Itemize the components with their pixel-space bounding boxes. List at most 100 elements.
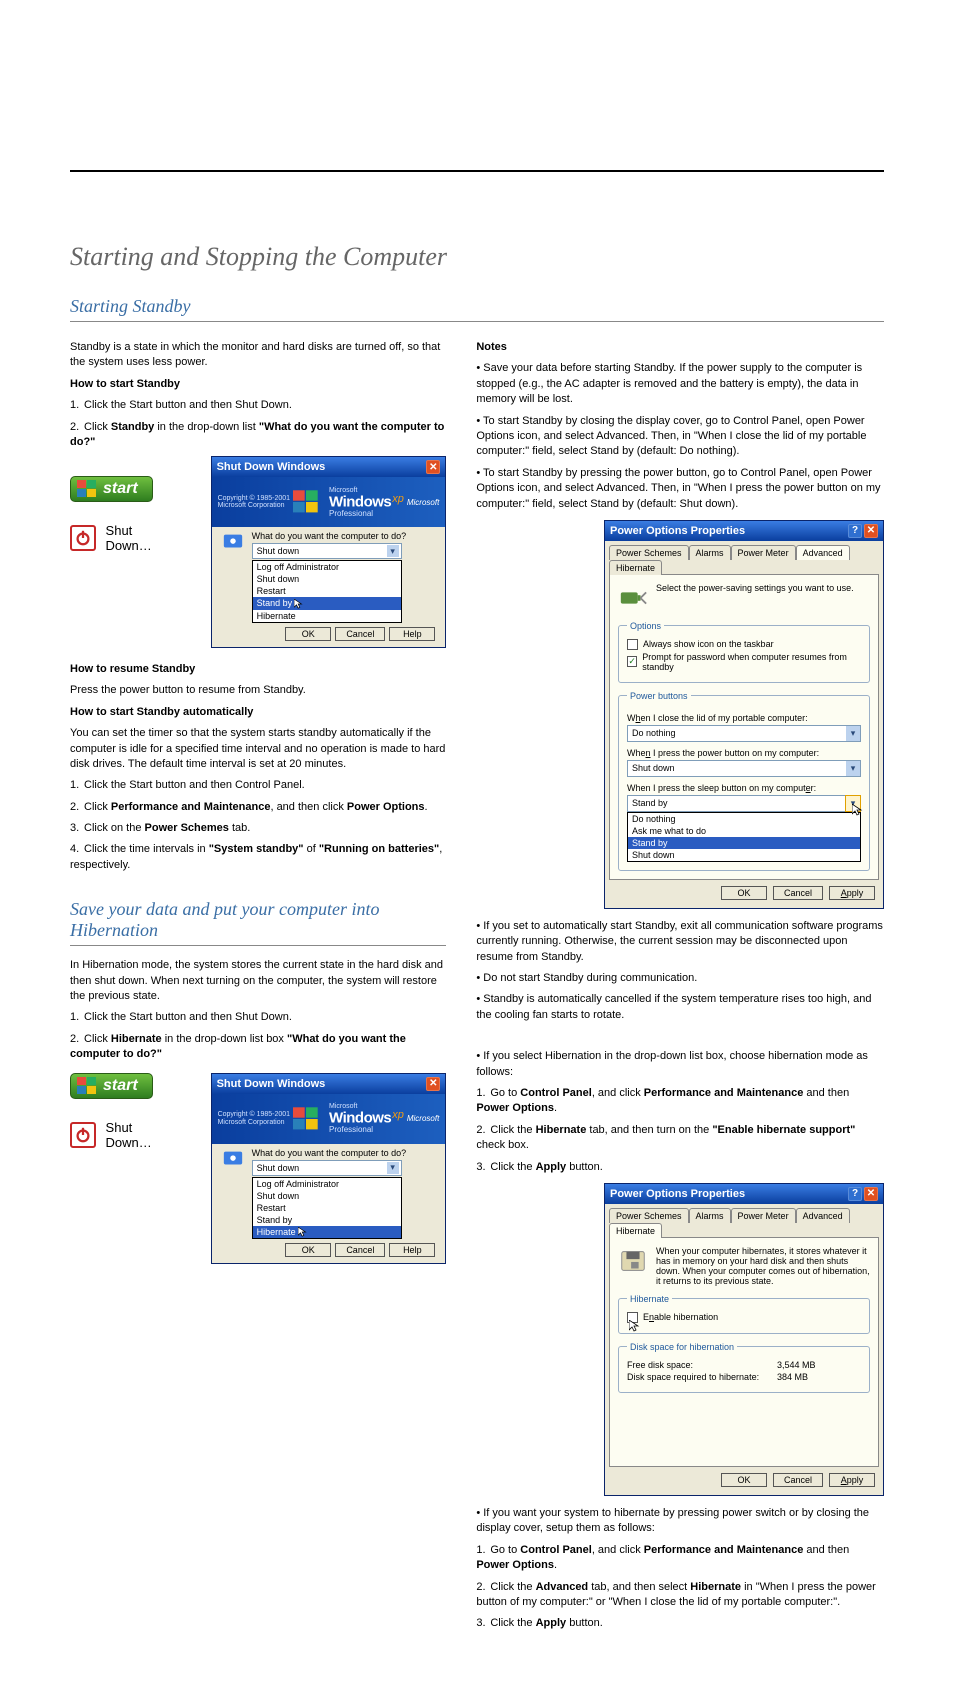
option-standby[interactable]: Stand by — [253, 597, 401, 610]
sleep-button-label: When I press the sleep button on my comp… — [627, 783, 861, 793]
shutdown-action-select[interactable]: Shut down ▾ — [252, 1160, 402, 1176]
cancel-button[interactable]: Cancel — [773, 1473, 823, 1487]
sleep-button-select[interactable]: Stand by ▾ — [627, 795, 861, 812]
cursor-icon — [294, 599, 304, 609]
power-button-select[interactable]: Shut down▾ — [627, 760, 861, 777]
legend-options: Options — [627, 621, 664, 631]
shutdown-action-select[interactable]: Shut down ▾ — [252, 543, 402, 559]
copyright-text: Copyright © 1985-2001 — [218, 1111, 290, 1118]
lid-action-select[interactable]: Do nothing▾ — [627, 725, 861, 742]
ok-button[interactable]: OK — [285, 1243, 331, 1257]
shutdown-dialog-hibernate: Shut Down Windows ✕ Copyright © 1985-200… — [211, 1073, 447, 1265]
tab-advanced[interactable]: Advanced — [796, 545, 850, 560]
shutdown-options-list[interactable]: Log off Administrator Shut down Restart … — [252, 560, 402, 623]
start-label: start — [103, 480, 138, 498]
option-standby[interactable]: Stand by — [253, 1214, 401, 1226]
option-logoff[interactable]: Log off Administrator — [253, 1178, 401, 1190]
power-icon — [70, 1122, 96, 1148]
top-rule — [70, 170, 884, 172]
standby-intro: Standby is a state in which the monitor … — [70, 340, 446, 371]
tab-hibernate[interactable]: Hibernate — [609, 560, 662, 575]
shutdown-menu-item[interactable]: Shut Down… — [106, 1120, 181, 1150]
apply-button[interactable]: Apply — [829, 886, 875, 900]
checkbox-prompt-password[interactable]: ✓ — [627, 656, 637, 667]
checkbox-taskbar-icon[interactable] — [627, 639, 638, 650]
slp-opt-donothing[interactable]: Do nothing — [628, 813, 860, 825]
copyright-text2: Microsoft Corporation — [218, 1119, 285, 1126]
lid-label: When I close the lid of my portable comp… — [627, 713, 861, 723]
windows-flag-icon — [77, 480, 97, 498]
option-shutdown[interactable]: Shut down — [253, 573, 401, 585]
chevron-down-icon[interactable]: ▾ — [387, 545, 399, 557]
tab-alarms[interactable]: Alarms — [689, 1208, 731, 1223]
sleep-options-list[interactable]: Do nothing Ask me what to do Stand by Sh… — [627, 812, 861, 862]
tab-power-meter[interactable]: Power Meter — [731, 545, 796, 560]
how-to-standby-heading: How to start Standby — [70, 378, 180, 390]
help-icon[interactable]: ? — [848, 524, 862, 538]
auto-step4: 4.Click the time intervals in "System st… — [70, 842, 446, 873]
option-restart[interactable]: Restart — [253, 1202, 401, 1214]
shutdown-selected: Shut down — [257, 1163, 300, 1173]
ok-button[interactable]: OK — [721, 886, 767, 900]
resume-heading: How to resume Standby — [70, 663, 195, 675]
notes-heading: Notes — [476, 341, 507, 353]
note2: • To start Standby by closing the displa… — [476, 414, 884, 460]
close-icon[interactable]: ✕ — [864, 524, 878, 538]
auto-step1: 1.Click the Start button and then Contro… — [70, 778, 446, 793]
cancel-button[interactable]: Cancel — [335, 627, 385, 641]
ok-button[interactable]: OK — [721, 1473, 767, 1487]
auto-step3: 3.Click on the Power Schemes tab. — [70, 821, 446, 836]
start-label: start — [103, 1077, 138, 1095]
help-icon[interactable]: ? — [848, 1187, 862, 1201]
auto-heading: How to start Standby automatically — [70, 706, 253, 718]
ok-button[interactable]: OK — [285, 627, 331, 641]
option-hibernate[interactable]: Hibernate — [253, 610, 401, 622]
option-shutdown[interactable]: Shut down — [253, 1190, 401, 1202]
hib-note-step3: 3.Click the Apply button. — [476, 1160, 884, 1175]
shutdown-menu-item[interactable]: Shut Down… — [106, 523, 181, 553]
help-button[interactable]: Help — [389, 627, 435, 641]
slp-opt-shutdown[interactable]: Shut down — [628, 849, 860, 861]
option-hibernate[interactable]: Hibernate — [253, 1226, 401, 1239]
resume-body: Press the power button to resume from St… — [70, 683, 446, 698]
tab-power-meter[interactable]: Power Meter — [731, 1208, 796, 1223]
note3: • To start Standby by pressing the power… — [476, 466, 884, 512]
free-disk-value: 3,544 MB — [777, 1360, 816, 1370]
cursor-icon — [852, 804, 864, 816]
tab-power-schemes[interactable]: Power Schemes — [609, 1208, 689, 1223]
option-restart[interactable]: Restart — [253, 585, 401, 597]
tab-alarms[interactable]: Alarms — [689, 545, 731, 560]
copyright-text: Copyright © 1985-2001 — [218, 495, 290, 502]
windows-flag-icon — [293, 490, 319, 514]
cancel-button[interactable]: Cancel — [335, 1243, 385, 1257]
chevron-down-icon[interactable]: ▾ — [387, 1162, 399, 1174]
slp-value: Stand by — [632, 798, 668, 808]
key-shutdown-icon — [222, 1148, 244, 1170]
start-button[interactable]: start — [70, 1073, 153, 1099]
standby-step1: 1.Click the Start button and then Shut D… — [70, 398, 446, 413]
brand-ms-right: Microsoft — [407, 1114, 439, 1123]
shutdown-options-list[interactable]: Log off Administrator Shut down Restart … — [252, 1177, 402, 1240]
help-button[interactable]: Help — [389, 1243, 435, 1257]
tab-advanced[interactable]: Advanced — [796, 1208, 850, 1223]
apply-button[interactable]: Apply — [829, 1473, 875, 1487]
slp-opt-standby[interactable]: Stand by — [628, 837, 860, 849]
hib-note-step1: 1.Go to Control Panel, and click Perform… — [476, 1086, 884, 1117]
opt-taskbar-label: Always show icon on the taskbar — [643, 639, 774, 649]
tab-power-schemes[interactable]: Power Schemes — [609, 545, 689, 560]
option-logoff[interactable]: Log off Administrator — [253, 561, 401, 573]
opt-password-label: Prompt for password when computer resume… — [642, 652, 861, 672]
tab-hibernate[interactable]: Hibernate — [609, 1223, 662, 1238]
windows-flag-icon — [77, 1077, 97, 1095]
close-icon[interactable]: ✕ — [426, 460, 440, 474]
slp-opt-ask[interactable]: Ask me what to do — [628, 825, 860, 837]
close-icon[interactable]: ✕ — [426, 1077, 440, 1091]
chevron-down-icon[interactable]: ▾ — [846, 761, 860, 776]
subtitle-hibernate: Save your data and put your computer int… — [70, 899, 446, 946]
cancel-button[interactable]: Cancel — [773, 886, 823, 900]
close-icon[interactable]: ✕ — [864, 1187, 878, 1201]
chevron-down-icon[interactable]: ▾ — [846, 726, 860, 741]
start-button[interactable]: start — [70, 476, 153, 502]
note5: • Do not start Standby during communicat… — [476, 971, 884, 986]
power-options-advanced: Power Options Properties ?✕ Power Scheme… — [604, 520, 884, 909]
